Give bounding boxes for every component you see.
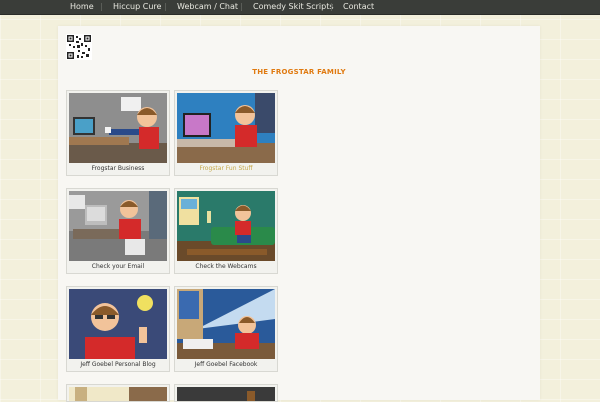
card-caption: Frogstar Fun Stuff bbox=[199, 165, 253, 172]
card-caption: Check the Webcams bbox=[195, 263, 257, 270]
card-caption: Check your Email bbox=[91, 263, 145, 270]
nav-home[interactable]: Home bbox=[70, 0, 94, 14]
qr-code-icon bbox=[66, 34, 92, 60]
top-navigation: Home Hiccup Cure Webcam / Chat Comedy Sk… bbox=[0, 0, 600, 15]
nav-divider bbox=[241, 3, 242, 11]
card-caption: Jeff Goebel Facebook bbox=[194, 361, 258, 368]
card-frogstar-fun-stuff[interactable]: Frogstar Fun Stuff bbox=[174, 90, 278, 176]
frogstar-fun-stuff-image bbox=[177, 93, 275, 163]
card-partial-1[interactable] bbox=[66, 384, 170, 402]
main-content: THE FROGSTAR FAMILY Frogstar Business Fr… bbox=[58, 26, 540, 402]
nav-hiccup-cure[interactable]: Hiccup Cure bbox=[113, 0, 161, 14]
nav-contact[interactable]: Contact bbox=[343, 0, 374, 14]
jeff-goebel-personal-blog-image bbox=[69, 289, 167, 359]
nav-divider bbox=[331, 3, 332, 11]
nav-divider bbox=[101, 3, 102, 11]
nav-comedy-skit-scripts[interactable]: Comedy Skit Scripts bbox=[253, 0, 334, 14]
nav-webcam-chat[interactable]: Webcam / Chat bbox=[177, 0, 238, 14]
check-your-email-image bbox=[69, 191, 167, 261]
page-title: THE FROGSTAR FAMILY bbox=[252, 68, 346, 76]
nav-divider bbox=[165, 3, 166, 11]
check-the-webcams-image bbox=[177, 191, 275, 261]
card-partial-1-image bbox=[69, 387, 167, 401]
card-check-the-webcams[interactable]: Check the Webcams bbox=[174, 188, 278, 274]
card-frogstar-business[interactable]: Frogstar Business bbox=[66, 90, 170, 176]
card-partial-2[interactable] bbox=[174, 384, 278, 402]
frogstar-business-image bbox=[69, 93, 167, 163]
card-partial-2-image bbox=[177, 387, 275, 401]
card-caption: Jeff Goebel Personal Blog bbox=[80, 361, 156, 368]
card-jeff-goebel-facebook[interactable]: Jeff Goebel Facebook bbox=[174, 286, 278, 372]
card-check-your-email[interactable]: Check your Email bbox=[66, 188, 170, 274]
card-jeff-goebel-personal-blog[interactable]: Jeff Goebel Personal Blog bbox=[66, 286, 170, 372]
jeff-goebel-facebook-image bbox=[177, 289, 275, 359]
card-caption: Frogstar Business bbox=[91, 165, 145, 172]
